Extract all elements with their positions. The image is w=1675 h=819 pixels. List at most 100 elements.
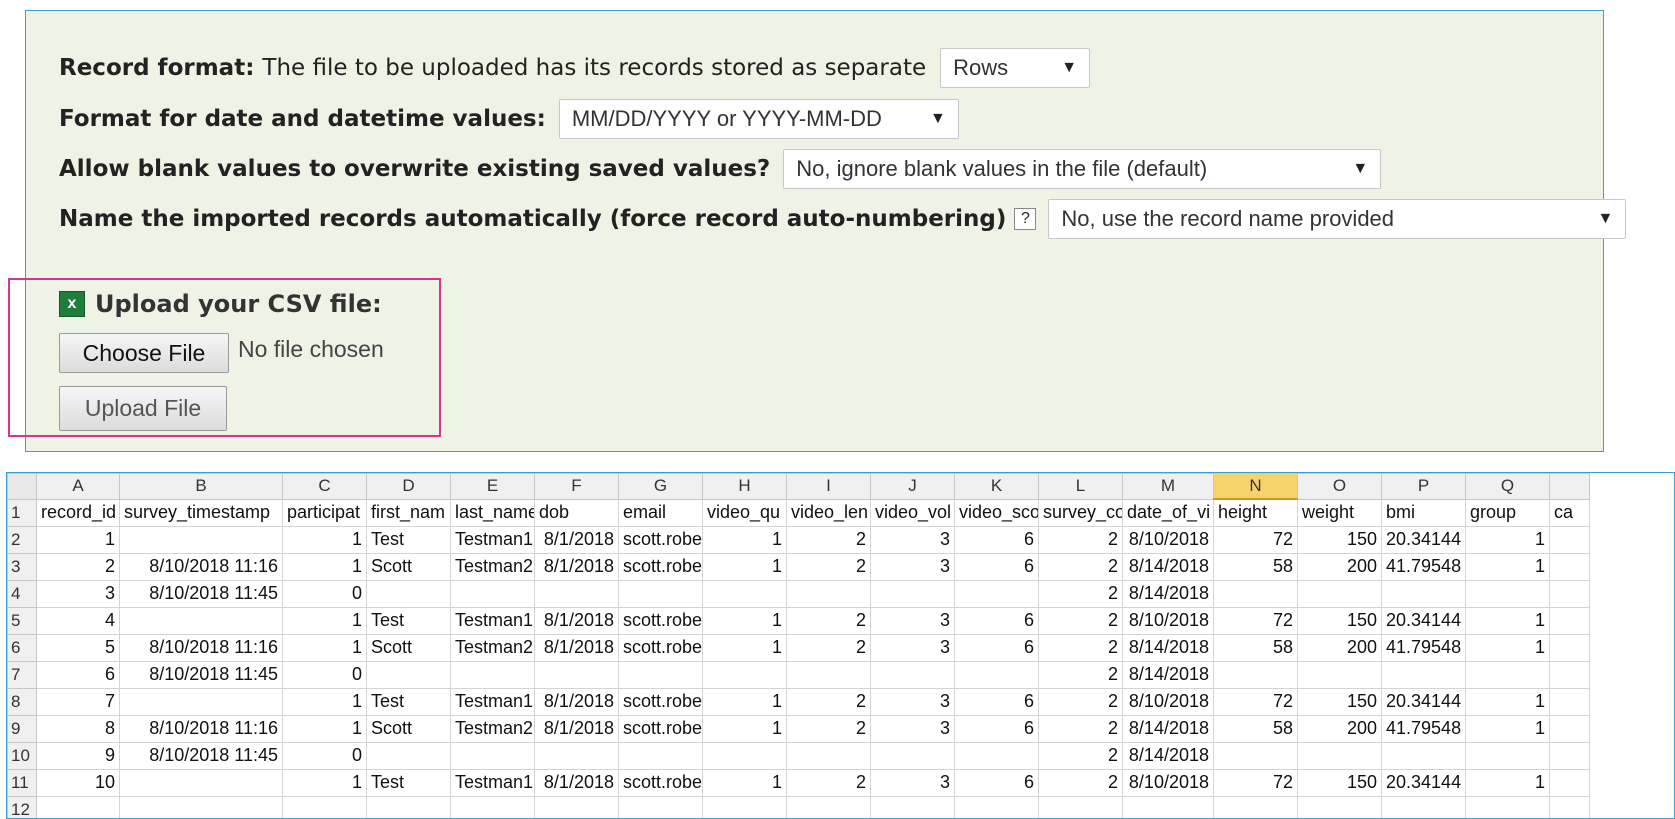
- table-cell[interactable]: [1465, 741, 1550, 770]
- table-cell[interactable]: Scott: [366, 714, 451, 743]
- table-cell[interactable]: 8/10/2018 11:16: [119, 714, 283, 743]
- table-cell[interactable]: [119, 795, 283, 818]
- table-cell[interactable]: [1549, 606, 1590, 635]
- table-cell[interactable]: dob: [534, 498, 619, 527]
- table-cell[interactable]: 8/1/2018: [534, 525, 619, 554]
- table-cell[interactable]: [786, 795, 871, 818]
- column-header[interactable]: I: [786, 473, 871, 500]
- table-cell[interactable]: 8/14/2018: [1122, 552, 1214, 581]
- table-cell[interactable]: Test: [366, 525, 451, 554]
- row-number[interactable]: 1: [7, 498, 37, 527]
- table-cell[interactable]: 2: [1038, 714, 1123, 743]
- table-cell[interactable]: 3: [870, 552, 955, 581]
- help-icon[interactable]: ?: [1014, 208, 1037, 230]
- table-cell[interactable]: 1: [1465, 633, 1550, 662]
- table-cell[interactable]: Test: [366, 606, 451, 635]
- row-number[interactable]: 7: [7, 660, 37, 689]
- column-header[interactable]: A: [36, 473, 120, 500]
- table-cell[interactable]: 1: [1465, 687, 1550, 716]
- table-cell[interactable]: Testman1: [450, 768, 535, 797]
- table-cell[interactable]: [366, 741, 451, 770]
- table-cell[interactable]: 8/14/2018: [1122, 579, 1214, 608]
- table-cell[interactable]: [1381, 660, 1466, 689]
- table-cell[interactable]: video_len: [786, 498, 871, 527]
- table-cell[interactable]: 8/14/2018: [1122, 741, 1214, 770]
- autonumber-select[interactable]: No, use the record name provided ▼: [1048, 199, 1627, 239]
- table-cell[interactable]: [1297, 741, 1382, 770]
- table-cell[interactable]: [1549, 525, 1590, 554]
- table-cell[interactable]: [870, 660, 955, 689]
- table-cell[interactable]: 8/10/2018 11:45: [119, 741, 283, 770]
- table-cell[interactable]: 2: [786, 687, 871, 716]
- table-cell[interactable]: [702, 579, 787, 608]
- table-cell[interactable]: [870, 741, 955, 770]
- table-cell[interactable]: 1: [1465, 525, 1550, 554]
- table-cell[interactable]: [534, 660, 619, 689]
- table-cell[interactable]: 1: [1465, 768, 1550, 797]
- column-header[interactable]: E: [450, 473, 535, 500]
- table-cell[interactable]: [1549, 633, 1590, 662]
- table-cell[interactable]: first_nam: [366, 498, 451, 527]
- table-cell[interactable]: email: [618, 498, 703, 527]
- table-cell[interactable]: 41.79548: [1381, 714, 1466, 743]
- table-cell[interactable]: 58: [1213, 633, 1298, 662]
- table-cell[interactable]: 3: [870, 714, 955, 743]
- table-cell[interactable]: 1: [702, 606, 787, 635]
- blank-values-select[interactable]: No, ignore blank values in the file (def…: [783, 149, 1382, 189]
- table-cell[interactable]: 8/10/2018: [1122, 525, 1214, 554]
- table-cell[interactable]: 2: [1038, 552, 1123, 581]
- table-cell[interactable]: 10: [36, 768, 120, 797]
- table-cell[interactable]: [954, 579, 1039, 608]
- table-cell[interactable]: scott.robe: [618, 687, 703, 716]
- table-cell[interactable]: 3: [870, 687, 955, 716]
- table-cell[interactable]: [618, 579, 703, 608]
- table-cell[interactable]: Testman2: [450, 633, 535, 662]
- table-cell[interactable]: [282, 795, 367, 818]
- table-cell[interactable]: 1: [702, 525, 787, 554]
- column-header[interactable]: F: [534, 473, 619, 500]
- table-cell[interactable]: 8/10/2018 11:16: [119, 633, 283, 662]
- table-cell[interactable]: [366, 579, 451, 608]
- table-cell[interactable]: 6: [954, 633, 1039, 662]
- table-cell[interactable]: weight: [1297, 498, 1382, 527]
- table-cell[interactable]: 150: [1297, 606, 1382, 635]
- table-cell[interactable]: [954, 795, 1039, 818]
- table-cell[interactable]: Test: [366, 768, 451, 797]
- table-cell[interactable]: 1: [282, 768, 367, 797]
- table-cell[interactable]: 7: [36, 687, 120, 716]
- table-cell[interactable]: video_sco: [954, 498, 1039, 527]
- row-number[interactable]: 12: [7, 795, 37, 818]
- table-cell[interactable]: 2: [786, 525, 871, 554]
- table-cell[interactable]: 8/1/2018: [534, 768, 619, 797]
- table-cell[interactable]: 0: [282, 660, 367, 689]
- table-cell[interactable]: [1297, 579, 1382, 608]
- table-cell[interactable]: 150: [1297, 687, 1382, 716]
- table-cell[interactable]: 1: [702, 687, 787, 716]
- table-cell[interactable]: 2: [1038, 687, 1123, 716]
- table-cell[interactable]: 200: [1297, 633, 1382, 662]
- upload-file-button[interactable]: Upload File: [59, 386, 227, 431]
- table-cell[interactable]: scott.robe: [618, 606, 703, 635]
- table-cell[interactable]: 2: [786, 768, 871, 797]
- table-cell[interactable]: 1: [1465, 606, 1550, 635]
- table-cell[interactable]: 20.34144: [1381, 606, 1466, 635]
- table-cell[interactable]: 150: [1297, 525, 1382, 554]
- row-number[interactable]: 4: [7, 579, 37, 608]
- column-header[interactable]: D: [366, 473, 451, 500]
- table-cell[interactable]: 2: [1038, 660, 1123, 689]
- table-cell[interactable]: scott.robe: [618, 768, 703, 797]
- table-cell[interactable]: 5: [36, 633, 120, 662]
- row-number[interactable]: 10: [7, 741, 37, 770]
- table-cell[interactable]: [702, 795, 787, 818]
- table-cell[interactable]: 3: [870, 606, 955, 635]
- column-header[interactable]: M: [1122, 473, 1214, 500]
- table-cell[interactable]: [534, 579, 619, 608]
- row-number[interactable]: 6: [7, 633, 37, 662]
- table-cell[interactable]: [870, 579, 955, 608]
- table-cell[interactable]: 1: [36, 525, 120, 554]
- table-cell[interactable]: [1213, 741, 1298, 770]
- row-number[interactable]: 5: [7, 606, 37, 635]
- table-cell[interactable]: Test: [366, 687, 451, 716]
- table-cell[interactable]: [119, 606, 283, 635]
- table-cell[interactable]: 41.79548: [1381, 633, 1466, 662]
